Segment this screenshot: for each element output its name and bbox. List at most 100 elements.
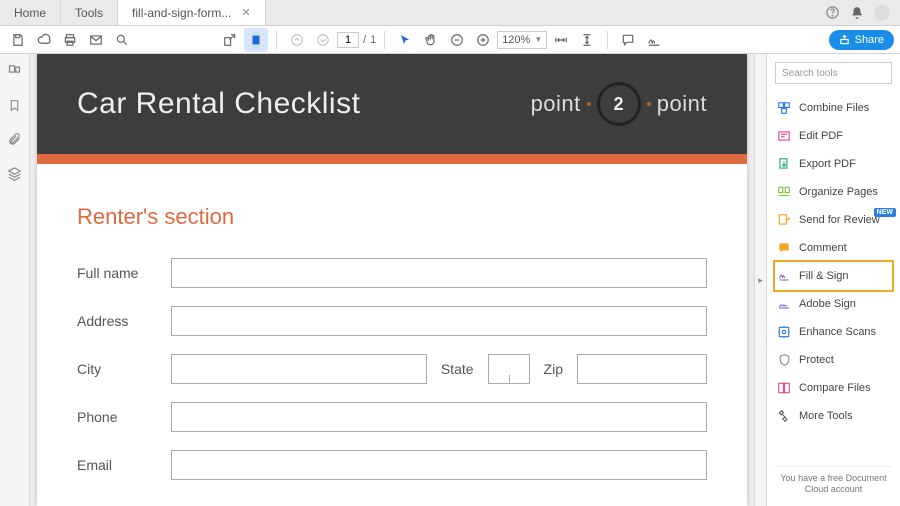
tool-item-protect[interactable]: Protect xyxy=(775,346,892,374)
tool-item-fill-sign[interactable]: Fill & Sign xyxy=(775,262,892,290)
label-address: Address xyxy=(77,313,157,329)
row-phone: Phone xyxy=(77,402,707,432)
tab-home[interactable]: Home xyxy=(0,0,61,25)
chevron-down-icon: ▼ xyxy=(534,35,542,44)
document-header: Car Rental Checklist point 2 point xyxy=(37,54,747,154)
tool-item-label: Send for Review xyxy=(799,214,880,226)
tool-item-send-for-review[interactable]: Send for ReviewNEW xyxy=(775,206,892,234)
label-city: City xyxy=(77,361,157,377)
search-icon[interactable] xyxy=(110,28,134,52)
attachment-icon[interactable] xyxy=(8,132,22,150)
tool-item-combine-files[interactable]: Combine Files xyxy=(775,94,892,122)
page-down-icon[interactable] xyxy=(311,28,335,52)
zoom-select[interactable]: 120% ▼ xyxy=(497,31,547,49)
save-icon[interactable] xyxy=(6,28,30,52)
tool-item-export-pdf[interactable]: Export PDF xyxy=(775,150,892,178)
document-viewer[interactable]: Car Rental Checklist point 2 point Rente… xyxy=(30,54,754,506)
bookmark-icon[interactable] xyxy=(8,98,21,116)
help-icon[interactable] xyxy=(825,5,840,20)
field-address[interactable] xyxy=(171,306,707,336)
field-phone[interactable] xyxy=(171,402,707,432)
row-email: Email xyxy=(77,450,707,480)
tool-item-label: Enhance Scans xyxy=(799,326,876,338)
label-email: Email xyxy=(77,457,157,473)
tool-item-label: Comment xyxy=(799,242,847,254)
thumbnails-icon[interactable] xyxy=(7,64,22,82)
share-button[interactable]: Share xyxy=(829,30,894,50)
cloud-icon[interactable] xyxy=(32,28,56,52)
field-email[interactable] xyxy=(171,450,707,480)
tool-item-more-tools[interactable]: More Tools xyxy=(775,402,892,430)
layers-icon[interactable] xyxy=(7,166,22,184)
document-page: Car Rental Checklist point 2 point Rente… xyxy=(37,54,747,506)
hand-icon[interactable] xyxy=(419,28,443,52)
page-view-icon[interactable] xyxy=(244,28,268,52)
tool-item-organize-pages[interactable]: Organize Pages xyxy=(775,178,892,206)
send-for-review-icon xyxy=(777,213,791,227)
pointer-icon[interactable] xyxy=(393,28,417,52)
tab-tools[interactable]: Tools xyxy=(61,0,118,25)
main-toolbar: / 1 120% ▼ Share xyxy=(0,26,900,54)
adobe-sign-icon xyxy=(777,297,791,311)
export-pdf-icon xyxy=(777,157,791,171)
tool-item-enhance-scans[interactable]: Enhance Scans xyxy=(775,318,892,346)
tools-list: Combine Files Edit PDFExport PDF Organize … xyxy=(775,94,892,430)
section-title: Renter's section xyxy=(77,204,707,230)
send-file-icon[interactable] xyxy=(218,28,242,52)
brand-center-logo: 2 xyxy=(597,82,641,126)
tool-item-compare-files[interactable]: Compare Files xyxy=(775,374,892,402)
close-tab-icon[interactable]: ✕ xyxy=(241,6,250,19)
tab-document[interactable]: fill-and-sign-form... ✕ xyxy=(118,0,266,25)
combine-files-icon xyxy=(777,101,791,115)
row-city-state-zip: City State Zip xyxy=(77,354,707,384)
tool-item-label: Combine Files xyxy=(799,102,869,114)
main-area: Car Rental Checklist point 2 point Rente… xyxy=(0,54,900,506)
more-tools-icon xyxy=(777,409,791,423)
search-tools-input[interactable]: Search tools xyxy=(775,62,892,84)
organize-pages-icon xyxy=(777,185,791,199)
compare-files-icon xyxy=(777,381,791,395)
protect-icon xyxy=(777,353,791,367)
label-zip: Zip xyxy=(544,361,563,377)
top-right-controls xyxy=(825,0,900,25)
page-total: 1 xyxy=(370,34,376,46)
label-full-name: Full name xyxy=(77,265,157,281)
document-body: Renter's section Full name Address City … xyxy=(37,164,747,480)
sign-icon[interactable] xyxy=(642,28,666,52)
left-rail xyxy=(0,54,30,506)
comment-icon xyxy=(777,241,791,255)
tools-panel: Search tools Combine Files Edit PDFExport… xyxy=(766,54,900,506)
page-current-input[interactable] xyxy=(337,32,359,48)
separator xyxy=(607,31,608,49)
enhance-scans-icon xyxy=(777,325,791,339)
page-up-icon[interactable] xyxy=(285,28,309,52)
tool-item-edit-pdf[interactable]: Edit PDF xyxy=(775,122,892,150)
fit-page-icon[interactable] xyxy=(575,28,599,52)
fit-width-icon[interactable] xyxy=(549,28,573,52)
bell-icon[interactable] xyxy=(850,6,864,20)
tool-item-adobe-sign[interactable]: Adobe Sign xyxy=(775,290,892,318)
comment-icon[interactable] xyxy=(616,28,640,52)
tool-item-comment[interactable]: Comment xyxy=(775,234,892,262)
row-address: Address xyxy=(77,306,707,336)
share-label: Share xyxy=(855,34,884,46)
zoom-in-icon[interactable] xyxy=(471,28,495,52)
field-state[interactable] xyxy=(488,354,530,384)
new-badge: NEW xyxy=(874,208,896,217)
separator xyxy=(276,31,277,49)
field-full-name[interactable] xyxy=(171,258,707,288)
avatar-icon[interactable] xyxy=(874,5,890,21)
collapse-panel-icon[interactable]: ▸ xyxy=(754,54,766,506)
field-city[interactable] xyxy=(171,354,427,384)
tool-item-label: Compare Files xyxy=(799,382,871,394)
print-icon[interactable] xyxy=(58,28,82,52)
tool-item-label: Organize Pages xyxy=(799,186,878,198)
email-icon[interactable] xyxy=(84,28,108,52)
separator xyxy=(384,31,385,49)
zoom-out-icon[interactable] xyxy=(445,28,469,52)
field-zip[interactable] xyxy=(577,354,707,384)
tool-item-label: Adobe Sign xyxy=(799,298,856,310)
tool-item-label: Fill & Sign xyxy=(799,270,849,282)
tab-home-label: Home xyxy=(14,6,46,20)
dot-icon xyxy=(587,102,591,106)
